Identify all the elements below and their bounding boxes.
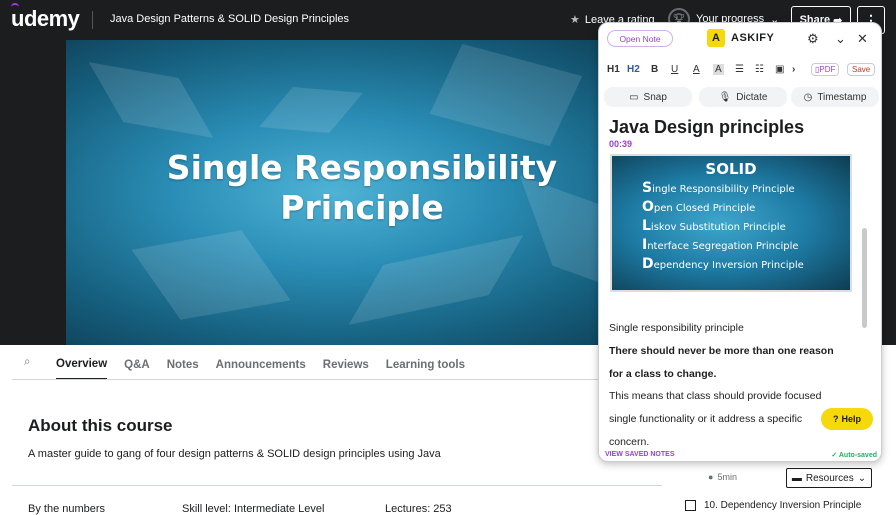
screenshot-icon: ▭ — [629, 91, 639, 103]
open-note-button[interactable]: Open Note — [607, 30, 673, 47]
udemy-logo[interactable]: udemy — [11, 6, 80, 32]
play-icon: ● — [708, 472, 714, 482]
heading1-button[interactable]: H1 — [607, 64, 620, 75]
microphone-icon: 🎙︎ — [718, 91, 732, 103]
highlight-button[interactable]: A — [713, 63, 724, 75]
dictate-button[interactable]: 🎙︎ Dictate — [699, 87, 787, 107]
slide-heading: SOLID — [705, 160, 757, 178]
note-line[interactable]: single functionality or it address a spe… — [609, 413, 802, 425]
tab-notes[interactable]: Notes — [167, 359, 199, 371]
question-icon: ? — [832, 414, 839, 424]
note-line[interactable]: concern. — [609, 436, 649, 448]
chevron-down-icon: ⌄ — [857, 472, 867, 484]
tab-reviews[interactable]: Reviews — [323, 359, 369, 371]
dictate-label: Dictate — [736, 91, 768, 103]
slide-item-o: Open Closed Principle — [642, 199, 756, 215]
slide-item-s: Single Responsibility Principle — [642, 180, 795, 196]
folder-icon: ▬ — [791, 472, 802, 484]
clock-icon: ◷ — [803, 91, 813, 103]
video-title-line2: Principle — [280, 188, 444, 227]
about-divider — [12, 485, 662, 486]
note-line[interactable]: This means that class should provide foc… — [609, 390, 821, 402]
pdf-label: PDF — [819, 64, 836, 74]
askify-header: Open Note A ASKIFY ⚙ ⌄ ✕ — [599, 23, 881, 55]
tab-overview[interactable]: Overview — [56, 358, 108, 380]
note-line-bold[interactable]: for a class to change. — [609, 368, 716, 380]
star-icon: ★ — [570, 14, 580, 26]
tab-learning-tools[interactable]: Learning tools — [386, 359, 465, 371]
lecture-title: 10. Dependency Inversion Principle — [704, 500, 862, 511]
course-tabs: ⌕ Overview Q&A Notes Announcements Revie… — [24, 350, 482, 380]
close-icon[interactable]: ✕ — [857, 31, 868, 47]
askify-logo-icon: A — [707, 29, 725, 47]
about-description: A master guide to gang of four design pa… — [28, 448, 441, 460]
tab-qa[interactable]: Q&A — [124, 359, 150, 371]
pdf-button[interactable]: ▯PDF — [811, 62, 840, 76]
slide-item-l: Liskov Substitution Principle — [642, 218, 786, 234]
stat-skill-level: Skill level: Intermediate Level — [182, 503, 325, 515]
note-timestamp[interactable]: 00:39 — [609, 139, 632, 149]
text-color-button[interactable]: A — [693, 64, 700, 75]
search-icon[interactable]: ⌕ — [24, 356, 30, 369]
help-button[interactable]: ? Help — [821, 408, 873, 430]
heading2-button[interactable]: H2 — [627, 64, 640, 75]
lecture-duration: ● 5min — [708, 472, 737, 482]
snap-button[interactable]: ▭ Snap — [604, 87, 692, 107]
panel-scrollbar[interactable] — [862, 228, 867, 328]
format-toolbar: H1 H2 B U A A ☰ ☷ ▣ › ▯PDF Save — [599, 59, 881, 79]
note-line[interactable]: Single responsibility principle — [609, 322, 744, 334]
resources-dropdown[interactable]: ▬ Resources ⌄ — [786, 468, 872, 488]
stat-by-numbers: By the numbers — [28, 503, 106, 515]
autosave-status: ✓ Auto-saved — [831, 452, 877, 459]
bold-button[interactable]: B — [651, 64, 658, 75]
askify-brand: ASKIFY — [731, 32, 775, 44]
slide-snapshot: SOLID Single Responsibility Principle Op… — [610, 154, 852, 292]
tabs-divider — [12, 379, 662, 380]
header-divider — [92, 11, 93, 29]
slide-item-i: Interface Segregation Principle — [642, 237, 799, 253]
image-icon[interactable]: ▣ — [775, 64, 784, 75]
note-line-bold[interactable]: There should never be more than one reas… — [609, 345, 834, 357]
panel-footer: VIEW SAVED NOTES ✓ Auto-saved — [599, 449, 881, 461]
lecture-item[interactable]: 10. Dependency Inversion Principle — [685, 500, 861, 511]
lecture-checkbox[interactable] — [685, 500, 696, 511]
note-title[interactable]: Java Design principles — [609, 117, 804, 138]
snap-label: Snap — [643, 91, 667, 103]
resources-label: Resources — [805, 472, 854, 484]
about-heading: About this course — [28, 416, 173, 435]
tab-announcements[interactable]: Announcements — [216, 359, 306, 371]
help-label: Help — [841, 414, 861, 424]
video-title-line1: Single Responsibility — [166, 148, 558, 187]
course-title[interactable]: Java Design Patterns & SOLID Design Prin… — [110, 13, 349, 25]
stat-lectures: Lectures: 253 — [385, 503, 452, 515]
chevron-down-icon[interactable]: ⌄ — [835, 31, 846, 47]
video-slide-title: Single Responsibility Principle — [66, 148, 658, 228]
gear-icon[interactable]: ⚙ — [807, 31, 819, 47]
askify-panel: Open Note A ASKIFY ⚙ ⌄ ✕ H1 H2 B U A A ☰… — [598, 22, 882, 462]
chevron-right-icon[interactable]: › — [792, 64, 795, 75]
slide-item-d: Dependency Inversion Principle — [642, 256, 804, 272]
underline-button[interactable]: U — [671, 64, 678, 75]
save-button[interactable]: Save — [847, 62, 876, 76]
video-frame[interactable]: Single Responsibility Principle — [66, 40, 658, 345]
view-saved-notes-link[interactable]: VIEW SAVED NOTES — [605, 451, 675, 458]
timestamp-button[interactable]: ◷ Timestamp — [791, 87, 879, 107]
bullet-list-icon[interactable]: ☷ — [755, 64, 764, 75]
timestamp-label: Timestamp — [817, 91, 867, 103]
duration-label: 5min — [717, 472, 737, 482]
ordered-list-icon[interactable]: ☰ — [735, 64, 744, 75]
